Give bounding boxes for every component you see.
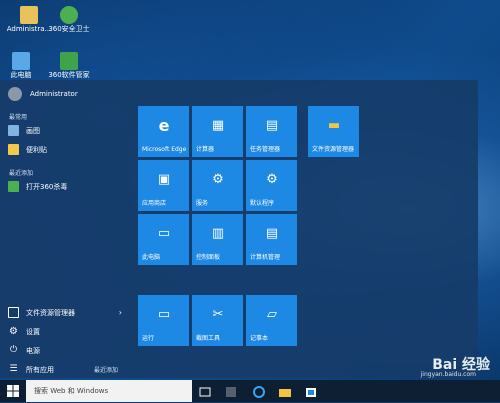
edge-icon: e [158,116,170,135]
tile-microsoft-edge[interactable]: e Microsoft Edge [138,106,189,157]
computer-icon: ▭ [157,226,171,241]
tile-store[interactable]: ▣ 应用商店 [138,160,189,211]
list-icon: ☰ [9,364,18,374]
start-menu-left-pane: Administrator 最常用 画图 便利贴 最近添加 打开360杀毒 文件… [0,80,128,378]
paint-icon [8,125,19,136]
store-icon: ▣ [157,172,171,187]
menu-item-power[interactable]: ⏻ 电源 [8,345,40,356]
default-programs-gear-icon: ⚙ [266,172,278,187]
chevron-right-icon[interactable]: › [119,308,122,317]
tile-label: 计算器 [196,146,215,153]
menu-item-sticky-notes[interactable]: 便利贴 [8,144,47,155]
tile-label: 默认程序 [250,200,275,207]
tile-label: 服务 [196,200,209,207]
menu-item-360-antivirus[interactable]: 打开360杀毒 [8,181,67,192]
run-icon: ▭ [157,307,171,322]
tile-run[interactable]: ▭ 运行 [138,295,189,346]
360-antivirus-icon [8,181,19,192]
tile-file-explorer[interactable]: ▬ 文件资源管理器 [308,106,359,157]
start-menu: Administrator 最常用 画图 便利贴 最近添加 打开360杀毒 文件… [0,80,478,378]
services-gear-icon: ⚙ [212,172,224,187]
task-view-icon[interactable] [198,384,212,398]
tile-calculator[interactable]: ▦ 计算器 [192,106,243,157]
calculator-icon: ▦ [211,118,225,133]
edge-taskbar-icon[interactable] [252,384,266,398]
tile-label: 控制面板 [196,254,221,261]
tile-label: 记事本 [250,335,269,342]
menu-item-label: 电源 [26,346,40,355]
taskbar-app-icon[interactable] [224,384,238,398]
notepad-icon: ▱ [267,307,277,322]
tile-services[interactable]: ⚙ 服务 [192,160,243,211]
tile-snipping-tool[interactable]: ✂ 截图工具 [192,295,243,346]
computer-icon [12,52,30,70]
most-used-heading: 最常用 [9,114,28,121]
start-button[interactable] [0,380,26,402]
user-name: Administrator [30,90,78,98]
tile-label: 应用商店 [142,200,167,207]
file-explorer-taskbar-icon[interactable] [278,384,292,398]
user-folder-icon [20,6,38,24]
desktop-icon-360-software[interactable]: 360软件管家 [40,52,98,80]
tile-task-manager[interactable]: ▤ 任务管理器 [246,106,297,157]
tile-label: 计算机管理 [250,254,281,261]
power-icon: ⏻ [9,345,18,355]
tile-label: 运行 [142,335,155,342]
recently-added-heading: 最近添加 [9,170,34,177]
tile-computer-management[interactable]: ▤ 计算机管理 [246,214,297,265]
scissors-icon: ✂ [212,307,224,322]
menu-item-label: 便利贴 [26,145,47,154]
360-shield-icon [60,6,78,24]
menu-item-label: 设置 [26,327,40,336]
tile-control-panel[interactable]: ▥ 控制面板 [192,214,243,265]
sticky-notes-icon [8,144,19,155]
watermark-url: jingyan.baidu.com [420,371,476,378]
task-manager-icon: ▤ [265,118,279,133]
search-input[interactable]: 搜索 Web 和 Windows [26,380,192,402]
desktop-icon-360-security[interactable]: 360安全卫士 [40,6,98,34]
tile-default-programs[interactable]: ⚙ 默认程序 [246,160,297,211]
taskbar: 搜索 Web 和 Windows [0,380,500,402]
gear-icon: ⚙ [9,326,18,337]
menu-item-file-explorer[interactable]: 文件资源管理器 › [8,307,122,318]
menu-item-label: 画图 [26,126,40,135]
folder-icon: ▬ [327,118,341,133]
tile-notepad[interactable]: ▱ 记事本 [246,295,297,346]
tile-label: 任务管理器 [250,146,281,153]
tile-label: 文件资源管理器 [312,146,355,153]
user-account-row[interactable]: Administrator [8,87,78,101]
avatar [8,87,22,101]
windows-logo-icon [7,385,19,397]
tile-label: Microsoft Edge [142,146,187,153]
360-software-icon [60,52,78,70]
menu-item-all-apps[interactable]: ☰ 所有应用 [8,364,54,375]
menu-item-label: 所有应用 [26,365,54,374]
menu-item-label: 文件资源管理器 [26,308,75,317]
control-panel-icon: ▥ [211,226,225,241]
menu-item-settings[interactable]: ⚙ 设置 [8,326,40,337]
tile-label: 截图工具 [196,335,221,342]
tile-label: 此电脑 [142,254,161,261]
desktop-icon-label: 360软件管家 [48,71,90,79]
menu-item-paint[interactable]: 画图 [8,125,40,136]
folder-icon [8,307,19,318]
desktop-icon-label: 此电脑 [10,71,32,79]
computer-management-icon: ▤ [265,226,279,241]
menu-item-label: 打开360杀毒 [26,182,68,191]
tile-this-pc[interactable]: ▭ 此电脑 [138,214,189,265]
recently-added-link[interactable]: 最近添加 [94,365,118,374]
desktop-icon-label: 360安全卫士 [48,25,90,33]
store-taskbar-icon[interactable] [304,384,318,398]
